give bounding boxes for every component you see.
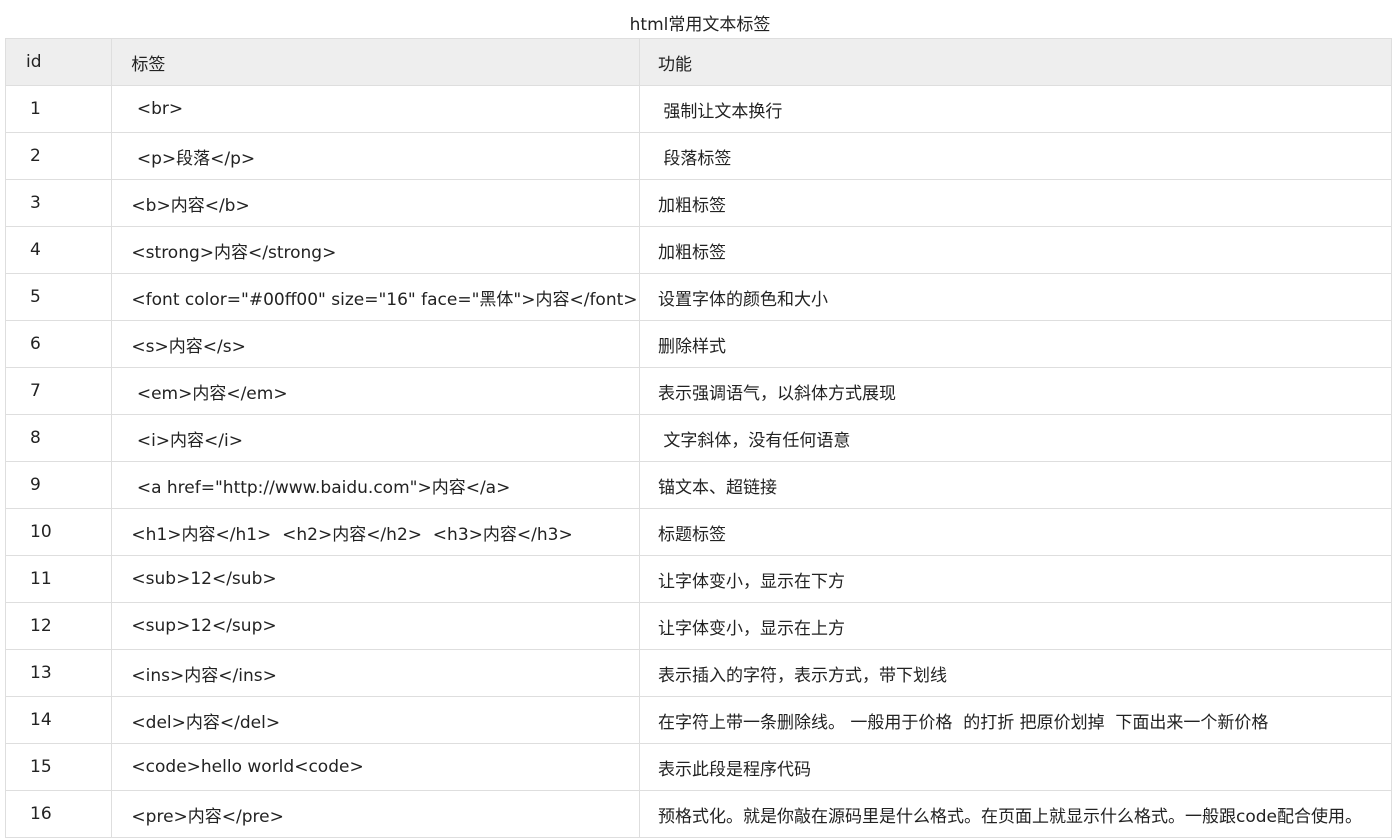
- table-row: 3 <b>内容</b> 加粗标签: [4, 179, 1392, 227]
- html-tags-table: id 标签 功能 1 <br> 强制让文本换行 2 <p>段落</p> 段落标签 3…: [4, 38, 1392, 838]
- cell-id: 9: [4, 461, 113, 509]
- cell-tag: <code>hello world<code>: [111, 743, 640, 791]
- cell-tag: <pre>内容</pre>: [111, 790, 640, 838]
- cell-tag: <sup>12</sup>: [111, 602, 640, 650]
- cell-function: 设置字体的颜色和大小: [639, 273, 1392, 321]
- cell-function: 锚文本、超链接: [639, 461, 1392, 509]
- cell-tag: <s>内容</s>: [111, 320, 640, 368]
- cell-function: 预格式化。就是你敲在源码里是什么格式。在页面上就显示什么格式。一般跟code配合…: [639, 790, 1392, 838]
- cell-tag: <a href="http://www.baidu.com">内容</a>: [111, 461, 640, 509]
- cell-function: 加粗标签: [639, 179, 1392, 227]
- cell-id: 5: [4, 273, 113, 321]
- table-row: 6 <s>内容</s> 删除样式: [4, 320, 1392, 368]
- cell-id: 7: [4, 367, 113, 415]
- table-row: 16 <pre>内容</pre> 预格式化。就是你敲在源码里是什么格式。在页面上就显…: [4, 790, 1392, 838]
- table-row: 15 <code>hello world<code> 表示此段是程序代码: [4, 743, 1392, 791]
- cell-id: 8: [4, 414, 113, 462]
- cell-id: 4: [4, 226, 113, 274]
- table-header-row: id 标签 功能: [4, 38, 1392, 86]
- cell-tag: <strong>内容</strong>: [111, 226, 640, 274]
- table-row: 13 <ins>内容</ins> 表示插入的字符，表示方式，带下划线: [4, 649, 1392, 697]
- table-body: 1 <br> 强制让文本换行 2 <p>段落</p> 段落标签 3 <b>内容</b>…: [4, 85, 1392, 838]
- cell-function: 表示此段是程序代码: [639, 743, 1392, 791]
- table-row: 4 <strong>内容</strong> 加粗标签: [4, 226, 1392, 274]
- cell-id: 15: [4, 743, 113, 791]
- table-row: 9 <a href="http://www.baidu.com">内容</a> 锚…: [4, 461, 1392, 509]
- cell-tag: <br>: [111, 85, 640, 133]
- cell-function: 表示强调语气，以斜体方式展现: [639, 367, 1392, 415]
- cell-id: 3: [4, 179, 113, 227]
- cell-id: 13: [4, 649, 113, 697]
- column-header-id: id: [4, 38, 113, 86]
- table-caption: html常用文本标签: [629, 15, 771, 35]
- table-row: 2 <p>段落</p> 段落标签: [4, 132, 1392, 180]
- cell-function: 删除样式: [639, 320, 1392, 368]
- table-row: 8 <i>内容</i> 文字斜体，没有任何语意: [4, 414, 1392, 462]
- cell-function: 表示插入的字符，表示方式，带下划线: [639, 649, 1392, 697]
- cell-function: 让字体变小，显示在上方: [639, 602, 1392, 650]
- table-row: 7 <em>内容</em> 表示强调语气，以斜体方式展现: [4, 367, 1392, 415]
- cell-function: 强制让文本换行: [639, 85, 1392, 133]
- cell-tag: <i>内容</i>: [111, 414, 640, 462]
- cell-id: 2: [4, 132, 113, 180]
- cell-tag: <h1>内容</h1> <h2>内容</h2> <h3>内容</h3>: [111, 508, 640, 556]
- cell-function: 让字体变小，显示在下方: [639, 555, 1392, 603]
- cell-id: 6: [4, 320, 113, 368]
- cell-function: 文字斜体，没有任何语意: [639, 414, 1392, 462]
- cell-id: 16: [4, 790, 113, 838]
- table-row: 11 <sub>12</sub> 让字体变小，显示在下方: [4, 555, 1392, 603]
- table-row: 5 <font color="#00ff00" size="16" face="黑…: [4, 273, 1392, 321]
- cell-id: 14: [4, 696, 113, 744]
- cell-function: 在字符上带一条删除线。 一般用于价格 的打折 把原价划掉 下面出来一个新价格: [639, 696, 1392, 744]
- column-header-function: 功能: [639, 38, 1392, 86]
- cell-tag: <font color="#00ff00" size="16" face="黑体…: [111, 273, 640, 321]
- cell-id: 10: [4, 508, 113, 556]
- cell-tag: <b>内容</b>: [111, 179, 640, 227]
- table-row: 12 <sup>12</sup> 让字体变小，显示在上方: [4, 602, 1392, 650]
- cell-function: 标题标签: [639, 508, 1392, 556]
- cell-id: 11: [4, 555, 113, 603]
- table-row: 14 <del>内容</del> 在字符上带一条删除线。 一般用于价格 的打折 把原…: [4, 696, 1392, 744]
- cell-tag: <sub>12</sub>: [111, 555, 640, 603]
- cell-tag: <ins>内容</ins>: [111, 649, 640, 697]
- cell-function: 段落标签: [639, 132, 1392, 180]
- column-header-tag: 标签: [111, 38, 640, 86]
- table-row: 1 <br> 强制让文本换行: [4, 85, 1392, 133]
- table-row: 10 <h1>内容</h1> <h2>内容</h2> <h3>内容</h3> 标题标…: [4, 508, 1392, 556]
- cell-tag: <del>内容</del>: [111, 696, 640, 744]
- cell-id: 12: [4, 602, 113, 650]
- cell-function: 加粗标签: [639, 226, 1392, 274]
- cell-tag: <p>段落</p>: [111, 132, 640, 180]
- cell-tag: <em>内容</em>: [111, 367, 640, 415]
- cell-id: 1: [4, 85, 113, 133]
